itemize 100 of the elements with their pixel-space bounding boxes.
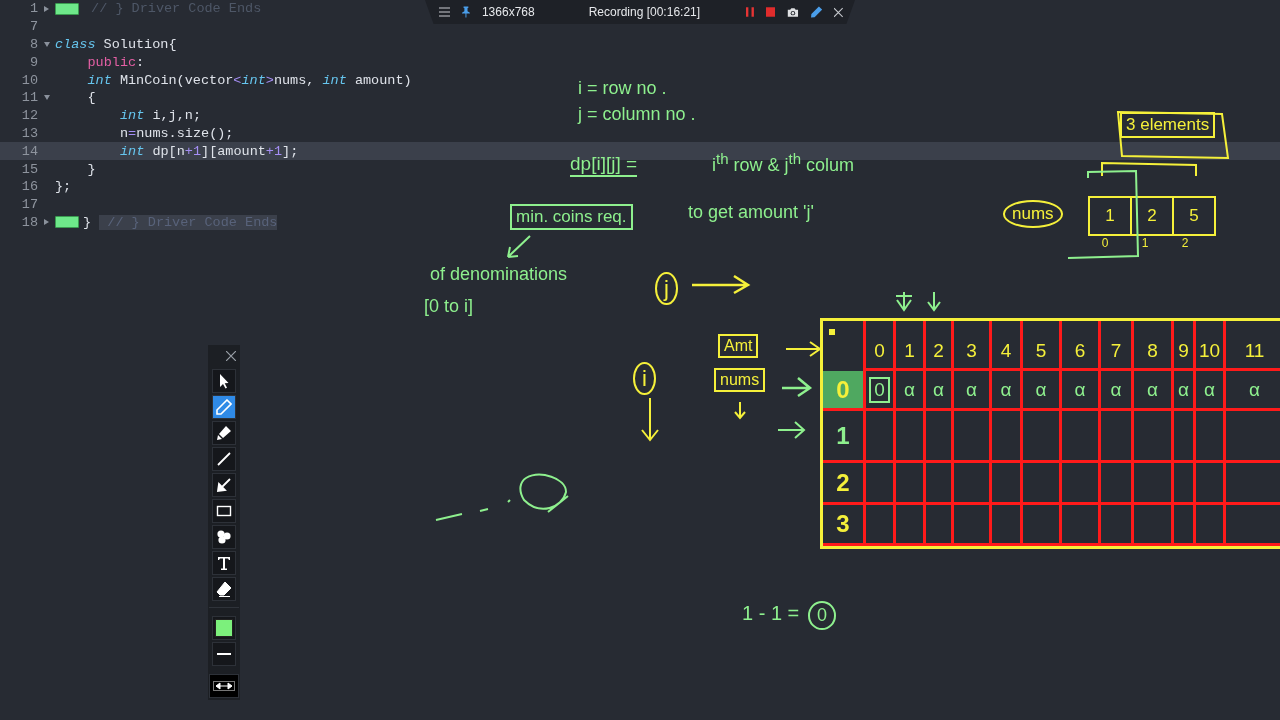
code-line: }; — [55, 179, 72, 195]
amount-label: 1 — [893, 321, 923, 371]
array-cell: 1 — [1090, 198, 1132, 234]
amount-label: 2 — [923, 321, 951, 371]
arrow — [780, 376, 813, 398]
table-cell: α — [1020, 371, 1059, 411]
underlined-note: dp[i][j] = — [570, 153, 638, 177]
line-number: 18 — [20, 214, 38, 230]
table-cell: α — [951, 371, 989, 411]
arrow — [927, 291, 941, 312]
empty-cell — [1098, 463, 1131, 505]
corner-marker — [829, 329, 835, 335]
arrow — [690, 274, 751, 295]
amount-label: 10 — [1193, 321, 1223, 371]
pause-icon[interactable] — [746, 6, 754, 18]
arrow — [507, 235, 531, 258]
amount-label: 3 — [951, 321, 989, 371]
line-number: 11 — [20, 90, 38, 106]
highlighter-tool[interactable] — [212, 421, 236, 445]
row-number: 2 — [836, 468, 850, 497]
text-icon — [216, 555, 232, 571]
pen-icon[interactable] — [811, 5, 823, 19]
array-index: 0 — [1100, 236, 1110, 250]
empty-cell — [1223, 463, 1280, 505]
rectangle-icon — [216, 503, 232, 519]
fold-arrow-icon[interactable] — [44, 219, 49, 226]
circled-note: 0 — [808, 601, 836, 630]
line-icon — [216, 451, 232, 467]
arrow — [777, 421, 806, 439]
empty-cell — [923, 411, 951, 463]
line-width-tool[interactable] — [212, 642, 236, 666]
camera-icon[interactable] — [787, 5, 800, 19]
line-number: 10 — [20, 72, 38, 88]
empty-cell — [1098, 411, 1131, 463]
table-cell: α — [989, 371, 1020, 411]
pen-tool[interactable] — [212, 395, 236, 419]
table-cell: α — [923, 371, 951, 411]
boxed-note: min. coins req. — [510, 204, 633, 230]
row-number: 0 — [836, 375, 850, 404]
folded-code-icon[interactable] — [55, 216, 79, 229]
pointer-tool[interactable] — [212, 369, 236, 393]
arrow — [734, 401, 746, 420]
marker-icon — [216, 425, 232, 441]
collapse-toolbar-button[interactable] — [209, 674, 239, 698]
line-width-icon — [217, 653, 231, 655]
empty-cell — [1193, 505, 1223, 546]
line-tool[interactable] — [212, 447, 236, 471]
handwritten-note: i$^{th}$ row & j$^{th}$ colum — [712, 150, 855, 176]
amount-label: 5 — [1020, 321, 1059, 371]
stop-icon[interactable] — [765, 6, 776, 18]
empty-cell — [989, 505, 1020, 546]
empty-cell — [951, 505, 989, 546]
amount-label: 9 — [1171, 321, 1193, 371]
table-cell: α — [893, 371, 923, 411]
arrow-icon — [216, 477, 232, 493]
numbering-tool[interactable] — [212, 525, 236, 549]
empty-cell — [1171, 505, 1193, 546]
text-tool[interactable] — [212, 551, 236, 575]
empty-cell — [1020, 505, 1059, 546]
table-cell: α — [1098, 371, 1131, 411]
array-index: 2 — [1180, 236, 1190, 250]
empty-cell — [1131, 411, 1171, 463]
table-cell: α — [1223, 371, 1280, 411]
eraser-tool[interactable] — [212, 577, 236, 601]
empty-cell — [1059, 411, 1098, 463]
empty-cell — [1059, 505, 1098, 546]
eraser-icon — [216, 581, 232, 597]
resolution-label: 1366x768 — [481, 5, 535, 19]
code-line: class Solution{ — [55, 37, 177, 52]
handwritten-note: of denominations — [430, 264, 568, 285]
table-cell: 0 — [863, 371, 893, 411]
array-cell: 2 — [1132, 198, 1174, 234]
close-icon[interactable] — [834, 6, 843, 18]
menu-icon[interactable] — [439, 6, 451, 18]
fold-arrow-icon[interactable] — [43, 42, 50, 47]
fold-arrow-icon[interactable] — [44, 5, 49, 12]
table-cell: α — [1059, 371, 1098, 411]
close-icon[interactable] — [226, 351, 236, 361]
code-line: n=nums.size(); — [120, 125, 234, 141]
line-number: 8 — [28, 37, 38, 52]
empty-cell — [989, 463, 1020, 505]
row-number: 3 — [836, 510, 850, 538]
empty-cell — [1131, 463, 1171, 505]
code-line: public: — [87, 54, 145, 70]
array-cell-text: 5 — [1188, 205, 1200, 227]
amount-label: 7 — [1098, 321, 1131, 371]
empty-cell — [923, 505, 951, 546]
empty-cell — [1193, 463, 1223, 505]
rectangle-tool[interactable] — [212, 499, 236, 523]
arrow-tool[interactable] — [212, 473, 236, 497]
folded-code-icon[interactable] — [55, 2, 79, 15]
line-number: 9 — [28, 54, 38, 70]
circled-note: i — [633, 362, 656, 396]
arrow — [641, 397, 659, 442]
pin-icon[interactable] — [462, 5, 470, 19]
circled-note: nums — [1003, 200, 1063, 228]
line-number: 14 — [20, 143, 38, 159]
empty-cell — [1098, 505, 1131, 546]
boxed-note: 3 elements — [1120, 112, 1216, 138]
fold-arrow-icon[interactable] — [43, 95, 50, 101]
